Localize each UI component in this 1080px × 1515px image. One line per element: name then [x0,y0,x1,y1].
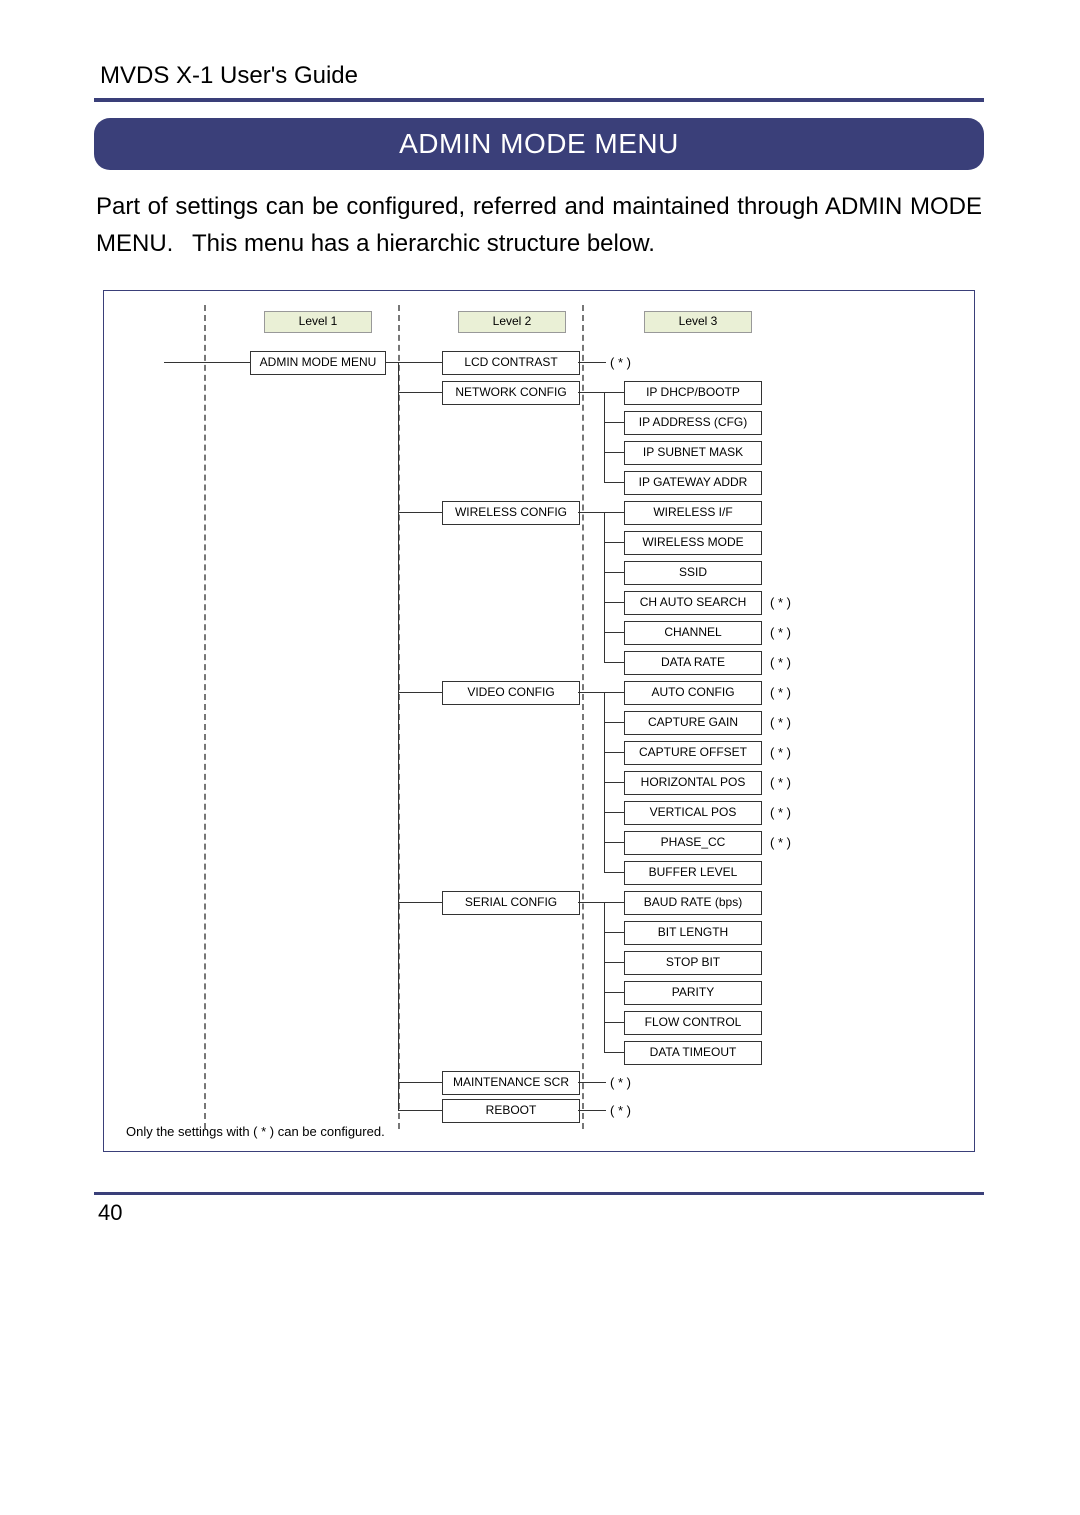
col-header-l1: Level 1 [264,311,372,333]
star-horizontal-pos: ( * ) [770,775,791,790]
conn [578,392,606,393]
conn [578,362,606,363]
spine-wl [604,512,605,662]
conn [604,512,624,513]
conn [604,482,624,483]
star-channel: ( * ) [770,625,791,640]
node-channel: CHANNEL [624,621,762,645]
node-ip-gateway-addr: IP GATEWAY ADDR [624,471,762,495]
node-baud-rate: BAUD RATE (bps) [624,891,762,915]
node-ip-address-cfg: IP ADDRESS (CFG) [624,411,762,435]
star-ch-auto: ( * ) [770,595,791,610]
spine-l2 [398,362,399,1110]
conn [604,722,624,723]
col-header-l2: Level 2 [458,311,566,333]
node-video-config: VIDEO CONFIG [442,681,580,705]
node-network-config: NETWORK CONFIG [442,381,580,405]
node-ch-auto-search: CH AUTO SEARCH [624,591,762,615]
star-maint: ( * ) [610,1075,631,1090]
spine-ser [604,902,605,1052]
header-rule [94,98,984,102]
star-data-rate: ( * ) [770,655,791,670]
conn [398,512,442,513]
node-flow-control: FLOW CONTROL [624,1011,762,1035]
hierarchy-diagram: Level 1 Level 2 Level 3 ADMIN MODE MENU … [103,290,975,1152]
conn [398,1082,442,1083]
conn [604,662,624,663]
conn [604,812,624,813]
section-title: ADMIN MODE MENU [94,118,984,170]
node-phase-cc: PHASE_CC [624,831,762,855]
node-admin-mode-menu: ADMIN MODE MENU [250,351,386,375]
conn [398,902,442,903]
spine-net [604,392,605,482]
node-capture-gain: CAPTURE GAIN [624,711,762,735]
conn [604,1022,624,1023]
conn [604,842,624,843]
conn [604,692,624,693]
node-parity: PARITY [624,981,762,1005]
col-header-l3: Level 3 [644,311,752,333]
conn [604,902,624,903]
conn [578,512,606,513]
conn [578,692,606,693]
node-bit-length: BIT LENGTH [624,921,762,945]
node-data-rate: DATA RATE [624,651,762,675]
node-ip-dhcp-bootp: IP DHCP/BOOTP [624,381,762,405]
conn [604,422,624,423]
conn [604,752,624,753]
conn [164,362,250,363]
page: MVDS X-1 User's Guide ADMIN MODE MENU Pa… [94,62,984,1152]
conn [578,902,606,903]
page-number: 40 [98,1200,122,1226]
conn [578,1082,606,1083]
conn [398,1110,442,1111]
node-stop-bit: STOP BIT [624,951,762,975]
node-maintenance-scr: MAINTENANCE SCR [442,1071,580,1095]
node-data-timeout: DATA TIMEOUT [624,1041,762,1065]
node-auto-config: AUTO CONFIG [624,681,762,705]
star-capture-gain: ( * ) [770,715,791,730]
guide-level1 [204,305,206,1129]
conn [398,362,442,363]
conn [604,962,624,963]
running-header: MVDS X-1 User's Guide [94,62,984,98]
star-lcd: ( * ) [610,355,631,370]
conn [604,572,624,573]
conn [604,632,624,633]
node-buffer-level: BUFFER LEVEL [624,861,762,885]
node-capture-offset: CAPTURE OFFSET [624,741,762,765]
conn [604,452,624,453]
star-auto-config: ( * ) [770,685,791,700]
conn [398,392,442,393]
node-wireless-mode: WIRELESS MODE [624,531,762,555]
conn [604,992,624,993]
diagram-footnote: Only the settings with ( * ) can be conf… [126,1124,385,1139]
node-ip-subnet-mask: IP SUBNET MASK [624,441,762,465]
conn [604,932,624,933]
footer-rule [94,1192,984,1195]
intro-paragraph: Part of settings can be configured, refe… [94,188,984,262]
guide-level3 [582,305,584,1129]
star-vertical-pos: ( * ) [770,805,791,820]
star-reboot: ( * ) [610,1103,631,1118]
node-vertical-pos: VERTICAL POS [624,801,762,825]
node-wireless-config: WIRELESS CONFIG [442,501,580,525]
conn [578,1110,606,1111]
conn [604,542,624,543]
conn [604,392,624,393]
node-serial-config: SERIAL CONFIG [442,891,580,915]
node-ssid: SSID [624,561,762,585]
conn [604,1052,624,1053]
star-capture-offset: ( * ) [770,745,791,760]
conn [398,692,442,693]
conn [604,602,624,603]
star-phase-cc: ( * ) [770,835,791,850]
node-wireless-if: WIRELESS I/F [624,501,762,525]
conn [604,872,624,873]
conn [604,782,624,783]
node-reboot: REBOOT [442,1099,580,1123]
node-lcd-contrast: LCD CONTRAST [442,351,580,375]
node-horizontal-pos: HORIZONTAL POS [624,771,762,795]
